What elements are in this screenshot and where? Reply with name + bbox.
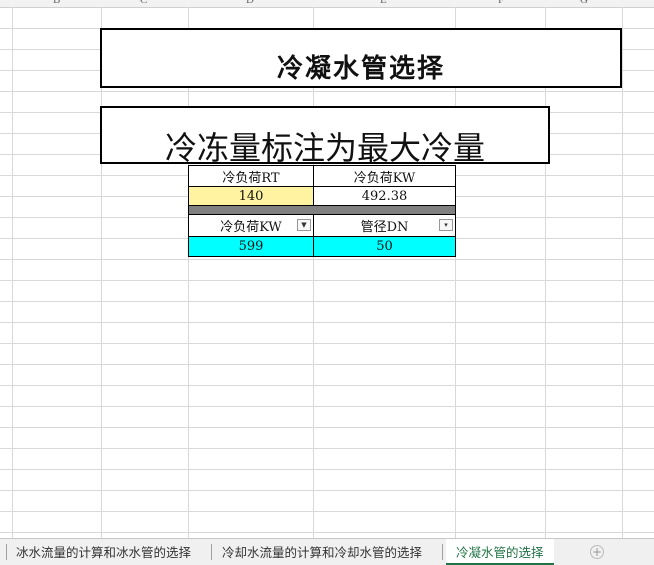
gridline xyxy=(0,343,654,344)
sheet-tab-chilled-water[interactable]: 冰水流量的计算和冰水管的选择 xyxy=(10,539,197,563)
gridline xyxy=(0,448,654,449)
sheet-tab-bar: 冰水流量的计算和冰水管的选择 冷却水流量的计算和冷却水管的选择 冷凝水管的选择 … xyxy=(0,538,654,565)
table2-header-dn-label: 管径DN xyxy=(360,220,409,235)
gridline xyxy=(0,511,654,512)
title-main: 冷凝水管选择 xyxy=(276,53,445,84)
table2-value-dn[interactable]: 50 xyxy=(313,236,456,257)
gridline xyxy=(0,280,654,281)
column-header-g[interactable]: G xyxy=(580,0,588,6)
table1-header-rt[interactable]: 冷负荷RT xyxy=(188,165,314,187)
column-header-f[interactable]: F xyxy=(498,0,504,6)
column-header-b[interactable]: B xyxy=(53,0,60,6)
gridline xyxy=(0,91,654,92)
gridline xyxy=(622,7,623,538)
column-header-bar: B C D E F G xyxy=(0,0,654,8)
column-header-c[interactable]: C xyxy=(140,0,147,6)
gridline xyxy=(0,406,654,407)
sheet-tab-cooling-water[interactable]: 冷却水流量的计算和冷却水管的选择 xyxy=(216,539,428,563)
table2-header-kw-label: 冷负荷KW xyxy=(220,220,282,235)
table2-header-kw[interactable]: 冷负荷KW ▼ xyxy=(188,214,314,237)
filter-active-icon[interactable]: ▼ xyxy=(297,219,311,231)
gridline xyxy=(0,385,654,386)
table2-header-dn[interactable]: 管径DN ▾ xyxy=(313,214,456,237)
title-sub-box[interactable]: 冷冻量标注为最大冷量 xyxy=(100,106,550,167)
dropdown-arrow-icon[interactable]: ▾ xyxy=(439,219,453,231)
gridline xyxy=(0,301,654,302)
table1-value-rt[interactable]: 140 xyxy=(188,186,314,206)
tab-separator xyxy=(211,544,212,560)
gridline xyxy=(0,364,654,365)
column-header-e[interactable]: E xyxy=(380,0,387,6)
plus-circle-icon[interactable]: + xyxy=(590,545,604,559)
gridline xyxy=(0,259,654,260)
table1-value-kw[interactable]: 492.38 xyxy=(313,186,456,206)
gridline xyxy=(0,322,654,323)
gridline xyxy=(0,532,654,533)
tab-separator xyxy=(6,544,7,560)
gridline xyxy=(0,427,654,428)
gridline xyxy=(0,490,654,491)
title-sub: 冷冻量标注为最大冷量 xyxy=(164,129,485,167)
sheet-tab-condensate[interactable]: 冷凝水管的选择 xyxy=(446,539,554,565)
table2-value-kw[interactable]: 599 xyxy=(188,236,314,257)
column-header-d[interactable]: D xyxy=(246,0,254,6)
spreadsheet-grid[interactable]: B C D E F G 冷凝水管选择 冷冻量标注为最大冷量 冷负荷RT 冷负荷K… xyxy=(0,0,654,538)
tab-separator xyxy=(442,544,443,560)
gridline xyxy=(0,469,654,470)
gridline xyxy=(12,7,13,538)
table1-header-kw[interactable]: 冷负荷KW xyxy=(313,165,456,187)
title-main-box[interactable]: 冷凝水管选择 xyxy=(100,28,622,88)
